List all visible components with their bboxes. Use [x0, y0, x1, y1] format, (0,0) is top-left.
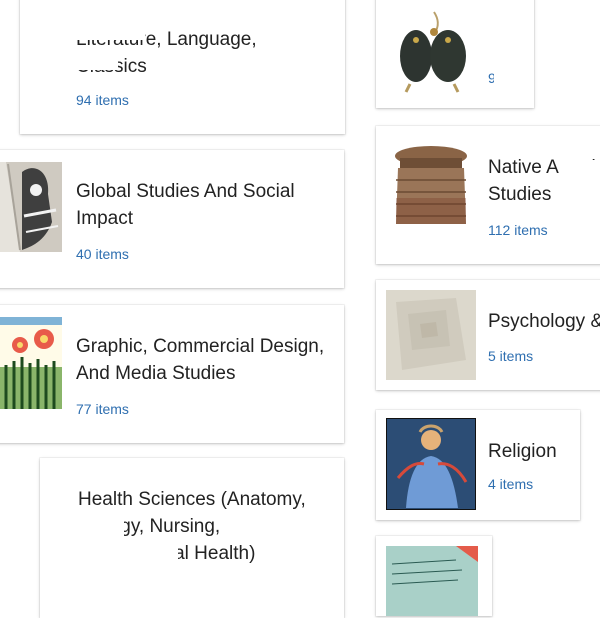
title-line: Impact	[76, 208, 134, 229]
collection-card-native[interactable]: Native American Studies 112 items	[376, 126, 600, 264]
collection-count-graphic: 77 items	[76, 401, 129, 417]
title-line: Graphic, Commercial Design,	[76, 336, 325, 357]
beaded-bag-icon	[390, 10, 476, 94]
collection-card-global[interactable]: Global Studies And Social Impact 40 item…	[0, 150, 344, 288]
print-figure-icon	[0, 162, 62, 252]
glitch-mask	[494, 74, 524, 92]
collection-count-literature: 94 items	[76, 92, 129, 108]
painting-icon	[386, 418, 476, 510]
collection-card-literature[interactable]: Literature, Language, Classics 94 items	[20, 0, 345, 134]
letter-icon	[386, 546, 478, 616]
title-line: Psychology &	[488, 311, 600, 332]
collection-count-native: 112 items	[488, 222, 548, 238]
glitch-mask	[0, 409, 36, 443]
collection-count-global: 40 items	[76, 246, 129, 262]
collection-title-global[interactable]: Global Studies And Social Impact	[76, 178, 295, 232]
title-line: Global Studies And Social	[76, 181, 295, 202]
collection-card-top-right[interactable]: 9	[376, 0, 534, 108]
collection-count-psychology: 5 items	[488, 348, 534, 364]
glitch-mask	[72, 540, 178, 566]
texture-icon	[386, 290, 476, 380]
basket-icon	[388, 138, 474, 230]
title-line: Studies	[488, 184, 552, 205]
collection-card-religion[interactable]: Religion 4 items	[376, 410, 580, 520]
glitch-mask	[70, 48, 118, 70]
glitch-mask	[0, 252, 66, 288]
glitch-mask	[70, 18, 145, 40]
title-line: Religion	[488, 441, 557, 462]
collection-title-religion[interactable]: Religion	[488, 438, 557, 465]
collection-card-bottom-right[interactable]	[376, 536, 492, 616]
collection-title-psychology[interactable]: Psychology &	[488, 308, 600, 335]
collection-title-graphic[interactable]: Graphic, Commercial Design, And Media St…	[76, 333, 324, 387]
collection-count-religion: 4 items	[488, 476, 534, 492]
title-line: And Media Studies	[76, 363, 236, 384]
poster-icon	[0, 317, 62, 409]
collection-card-health[interactable]: Health Sciences (Anatomy, Biology, Nursi…	[40, 458, 344, 618]
glitch-mask	[72, 514, 124, 540]
glitch-mask	[560, 160, 600, 182]
title-line: Health Sciences (Anatomy,	[78, 489, 306, 510]
collection-card-psychology[interactable]: Psychology & 5 items	[376, 280, 600, 390]
collection-card-graphic[interactable]: Graphic, Commercial Design, And Media St…	[0, 305, 344, 443]
